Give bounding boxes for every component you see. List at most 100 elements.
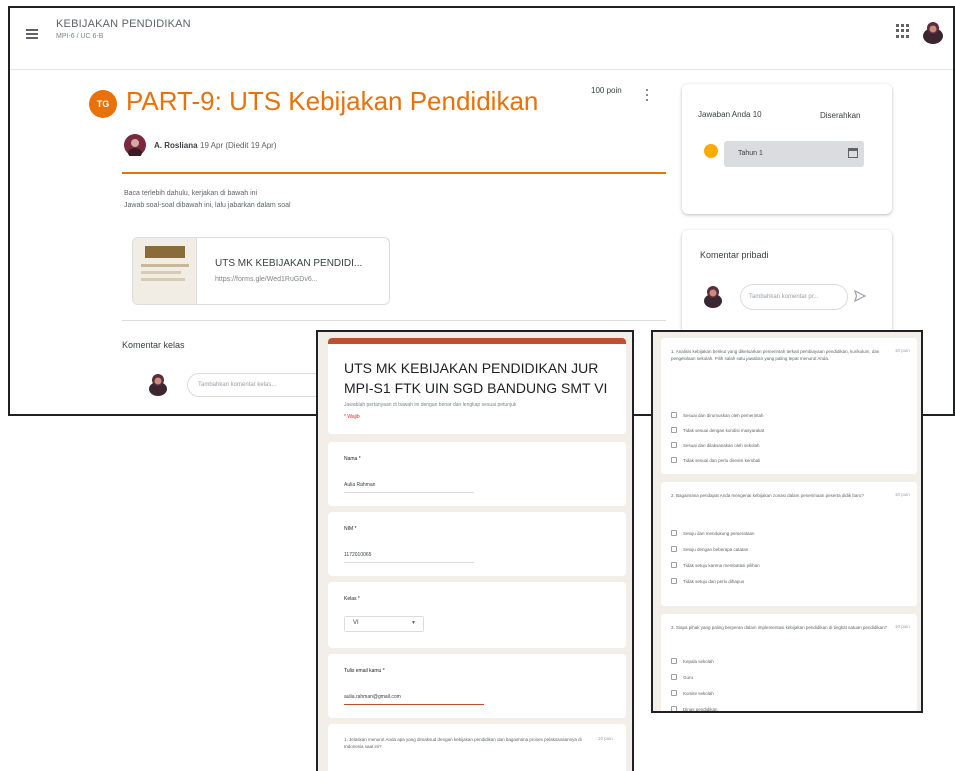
- question-points: 10 poin: [895, 348, 910, 353]
- author-avatar: [124, 134, 146, 156]
- menu-icon[interactable]: [24, 26, 44, 42]
- question-points: 10 poin: [895, 624, 910, 629]
- question-label: Kelas *: [344, 596, 360, 602]
- option-label: Tidak setuju dan perlu dihapus: [683, 578, 745, 584]
- option-label: Tidak sesuai dengan kondisi masyarakat: [683, 427, 765, 433]
- assignment-title: PART-9: UTS Kebijakan Pendidikan: [126, 86, 539, 116]
- class-dropdown-value: VI: [353, 620, 359, 626]
- class-name[interactable]: KEBIJAKAN PENDIDIKAN: [56, 18, 191, 30]
- option-checkbox[interactable]: Sesuai dan dilaksanakan oleh sekolah: [671, 442, 760, 448]
- post-date: 19 Apr (Diedit 19 Apr): [200, 141, 277, 150]
- submission-status: Diserahkan: [820, 111, 861, 120]
- question-text: 2. Bagaimana pendapat Anda mengenai kebi…: [671, 493, 864, 498]
- option-checkbox[interactable]: Tidak sesuai dan perlu direvisi kembali: [671, 457, 760, 463]
- checkbox-icon: [671, 427, 677, 433]
- answer-input[interactable]: 1172010065: [344, 552, 371, 558]
- option-checkbox[interactable]: Tidak sesuai dengan kondisi masyarakat: [671, 427, 764, 433]
- section-divider: [122, 320, 666, 321]
- option-checkbox[interactable]: Tidak setuju karena membatasi pilihan: [671, 562, 760, 568]
- checkbox-icon: [671, 530, 677, 536]
- option-checkbox[interactable]: Komite sekolah: [671, 690, 714, 696]
- option-label: Kepala sekolah: [683, 658, 714, 664]
- option-checkbox[interactable]: Guru: [671, 674, 693, 680]
- attachment-title: UTS MK KEBIJAKAN PENDIDI...: [215, 258, 363, 269]
- option-checkbox[interactable]: Sesuai dan dirumuskan oleh pemerintah: [671, 412, 764, 418]
- answer-input[interactable]: aulia.rahman@gmail.com: [344, 694, 401, 700]
- attachment-thumbnail: [133, 238, 197, 304]
- question-card: NIM * 1172010065: [328, 512, 626, 576]
- checkbox-icon: [671, 578, 677, 584]
- question-card: Kelas * VI ▼: [328, 582, 626, 648]
- your-work-card: Jawaban Anda 10 Diserahkan Tahun 1: [682, 84, 892, 214]
- question-card: 3. Siapa pihak yang paling berperan dala…: [661, 614, 917, 712]
- question-text: 1. Analisis kebijakan berikut yang dikel…: [671, 349, 880, 361]
- class-comments-label: Komentar kelas: [122, 340, 185, 350]
- private-comments-card: Komentar pribadi Tambahkan komentar pr..…: [682, 230, 892, 334]
- question-text: 1. Jelaskan menurut Anda apa yang dimaks…: [344, 737, 582, 749]
- answer-underline: [344, 492, 474, 493]
- form-header-card: UTS MK KEBIJAKAN PENDIDIKAN JUR MPI-S1 F…: [328, 338, 626, 434]
- class-dropdown[interactable]: VI ▼: [344, 616, 424, 632]
- option-label: Tidak sesuai dan perlu direvisi kembali: [683, 457, 761, 463]
- attachment-url: https://forms.gle/Wed1RuGDv6...: [215, 276, 318, 283]
- top-app-bar: KEBIJAKAN PENDIDIKAN MPI-6 / UC 6-B: [10, 8, 953, 70]
- private-commenter-avatar: [700, 282, 726, 308]
- option-checkbox[interactable]: Setuju dan mendukung pemerataan: [671, 530, 755, 536]
- assignment-points: 100 poin: [591, 86, 622, 95]
- checkbox-icon: [671, 442, 677, 448]
- option-label: Dinas pendidikan: [683, 706, 718, 712]
- chevron-down-icon: ▼: [411, 620, 416, 626]
- checkbox-icon: [671, 562, 677, 568]
- option-label: Sesuai dan dilaksanakan oleh sekolah: [683, 442, 760, 448]
- question-label: NIM *: [344, 526, 357, 532]
- answer-underline-active: [344, 704, 484, 705]
- question-label: Nama *: [344, 456, 361, 462]
- instruction-line-2: Jawab soal-soal dibawah ini, lalu jabark…: [124, 202, 291, 209]
- account-avatar[interactable]: [920, 18, 946, 44]
- question-points: 10 poin: [598, 736, 613, 741]
- option-label: Komite sekolah: [683, 690, 714, 696]
- checkbox-icon: [671, 690, 677, 696]
- your-work-title: Jawaban Anda 10: [698, 110, 762, 119]
- option-label: Setuju dengan beberapa catatan: [683, 546, 749, 552]
- option-checkbox[interactable]: Kepala sekolah: [671, 658, 714, 664]
- work-dropdown[interactable]: Tahun 1: [724, 141, 864, 167]
- checkbox-icon: [671, 546, 677, 552]
- option-checkbox[interactable]: Tidak setuju dan perlu dihapus: [671, 578, 744, 584]
- instruction-line-1: Baca terlebih dahulu, kerjakan di bawah …: [124, 190, 258, 197]
- answer-input[interactable]: Aulia Rahman: [344, 482, 375, 488]
- author-name: A. Rosliana: [154, 141, 198, 150]
- question-points: 10 poin: [895, 492, 910, 497]
- assignment-icon: TG: [89, 90, 117, 118]
- form-required-note: * Wajib: [344, 414, 360, 420]
- form-attachment[interactable]: UTS MK KEBIJAKAN PENDIDI... https://form…: [132, 237, 390, 305]
- more-vert-icon[interactable]: [642, 84, 652, 104]
- class-comment-input[interactable]: Tambahkan komentar kelas...: [187, 373, 327, 397]
- checkbox-icon: [671, 457, 677, 463]
- question-card: Tulis email kamu * aulia.rahman@gmail.co…: [328, 654, 626, 718]
- question-label: Tulis email kamu *: [344, 668, 385, 674]
- apps-icon[interactable]: [896, 24, 910, 38]
- calendar-icon: [848, 148, 858, 158]
- private-comments-title: Komentar pribadi: [700, 250, 769, 260]
- checkbox-icon: [671, 706, 677, 711]
- option-checkbox[interactable]: Setuju dengan beberapa catatan: [671, 546, 748, 552]
- option-checkbox[interactable]: Dinas pendidikan: [671, 706, 718, 712]
- your-work-badge: 10: [752, 110, 762, 119]
- send-icon[interactable]: [853, 289, 867, 303]
- form-description: Jawablah pertanyaan di bawah ini dengan …: [344, 402, 517, 408]
- form-title: UTS MK KEBIJAKAN PENDIDIKAN JUR MPI-S1 F…: [344, 360, 608, 396]
- option-label: Setuju dan mendukung pemerataan: [683, 530, 755, 536]
- question-card: Nama * Aulia Rahman: [328, 442, 626, 506]
- option-label: Tidak setuju karena membatasi pilihan: [683, 562, 760, 568]
- checkbox-icon: [671, 658, 677, 664]
- form-screenshot: UTS MK KEBIJAKAN PENDIDIKAN JUR MPI-S1 F…: [316, 330, 634, 771]
- commenter-avatar: [145, 370, 171, 396]
- questions-screenshot: 1. Analisis kebijakan berikut yang dikel…: [651, 330, 923, 713]
- title-divider: [122, 172, 666, 174]
- option-label: Sesuai dan dirumuskan oleh pemerintah: [683, 412, 764, 418]
- private-comment-input[interactable]: Tambahkan komentar pr...: [740, 284, 848, 310]
- status-dot: [704, 144, 718, 158]
- class-section: MPI-6 / UC 6-B: [56, 33, 104, 40]
- option-label: Guru: [683, 674, 694, 680]
